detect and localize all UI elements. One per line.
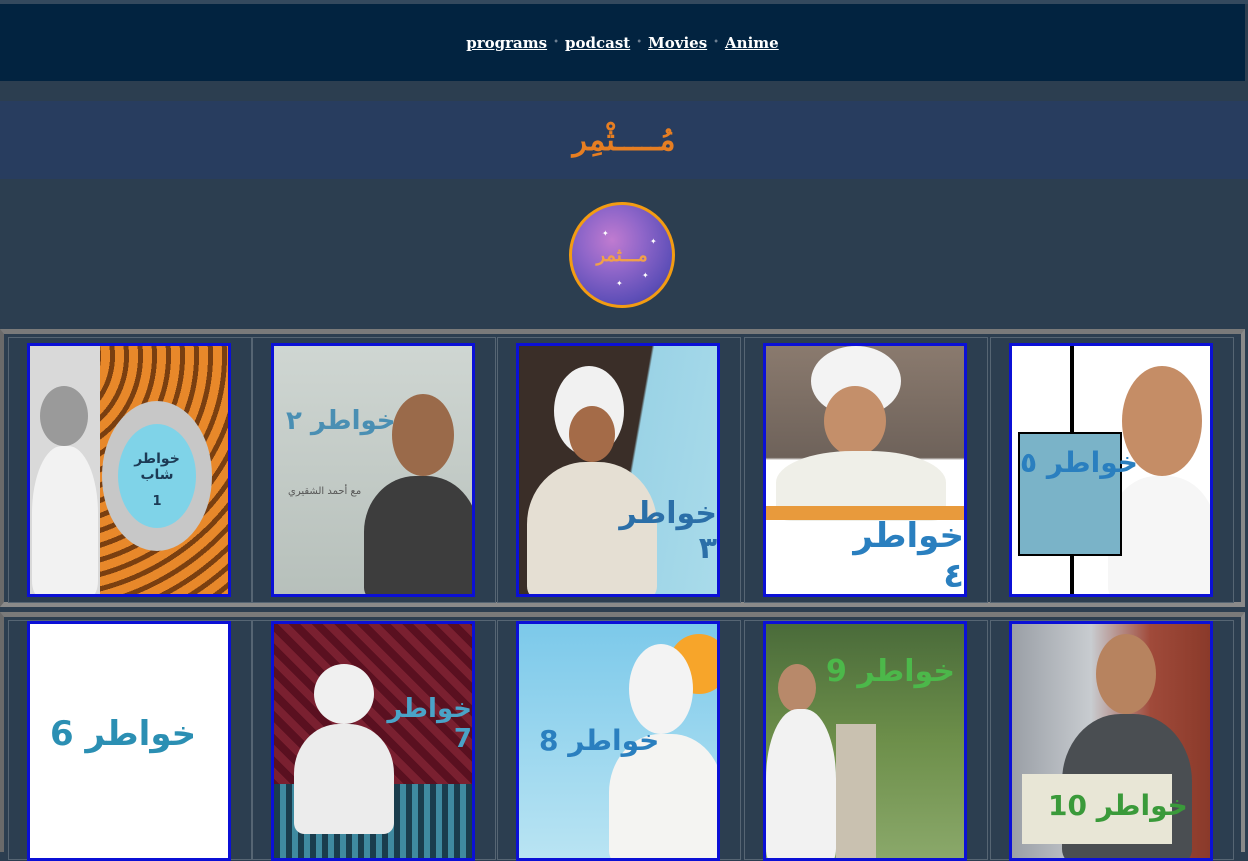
program-thumbnail-7[interactable]: خواطر 7 (271, 621, 475, 861)
thumbnail-title: خواطر 9 (826, 654, 955, 689)
gallery-cell: خواطر 7 (252, 620, 496, 861)
gallery-cell: خواطر 9 (744, 620, 988, 861)
top-navbar: programs • podcast • Movies • Anime (0, 4, 1245, 81)
program-gallery: خواطر شاب 1 خواطر ٢ مع أحمد الشقيري خواط… (0, 329, 1245, 861)
program-thumbnail-6[interactable]: خواطر 6 (27, 621, 231, 861)
thumbnail-title: خواطر ٤ (853, 516, 964, 596)
gallery-cell: خواطر 8 (497, 620, 741, 861)
thumbnail-title: خواطر 6 (50, 714, 197, 754)
thumbnail-subtitle: مع أحمد الشقيري (288, 486, 362, 497)
gallery-cell: خواطر 6 (8, 620, 252, 861)
program-thumbnail-3[interactable]: خواطر ٣ (516, 343, 720, 597)
star-icon: ✦ (616, 279, 623, 288)
thumbnail-number: 1 (152, 494, 162, 509)
thumbnail-title: خواطر ٢ (286, 406, 396, 436)
thumbnail-title: خواطر 10 (1048, 789, 1188, 822)
nav-separator: • (636, 37, 643, 48)
thumbnail-title: خواطر شاب (134, 451, 180, 483)
program-thumbnail-5[interactable]: خواطر ٥ (1009, 343, 1213, 597)
star-icon: ✦ (642, 271, 649, 280)
gallery-cell: خواطر شاب 1 (8, 337, 252, 603)
nav-separator: • (713, 37, 720, 48)
gallery-row: خواطر شاب 1 خواطر ٢ مع أحمد الشقيري خواط… (0, 329, 1245, 607)
star-icon: ✦ (650, 237, 657, 246)
program-thumbnail-2[interactable]: خواطر ٢ مع أحمد الشقيري (271, 343, 475, 597)
nav-link-movies[interactable]: Movies (648, 34, 707, 52)
thumbnail-title: خواطر ٥ (1020, 446, 1138, 479)
gallery-cell: خواطر ٥ (990, 337, 1234, 603)
nav-link-podcast[interactable]: podcast (565, 34, 630, 52)
program-thumbnail-10[interactable]: خواطر 10 (1009, 621, 1213, 861)
gallery-cell: خواطر ٣ (497, 337, 741, 603)
gallery-cell: خواطر ٢ مع أحمد الشقيري (252, 337, 496, 603)
thumbnail-title: خواطر 8 (539, 724, 660, 757)
nav-link-programs[interactable]: programs (466, 34, 547, 52)
site-banner: مُـــــثْمِر (0, 101, 1248, 179)
gallery-row: خواطر 6 خواطر 7 خواطر 8 خواطر 9 خواطر 10 (0, 612, 1245, 861)
nav-link-anime[interactable]: Anime (725, 34, 779, 52)
star-icon: ✦ (602, 229, 609, 238)
thumbnail-title: خواطر ٣ (619, 496, 717, 566)
program-thumbnail-1[interactable]: خواطر شاب 1 (27, 343, 231, 597)
program-thumbnail-9[interactable]: خواطر 9 (763, 621, 967, 861)
site-title: مُـــــثْمِر (572, 122, 676, 158)
thumbnail-title: خواطر 7 (387, 694, 472, 754)
program-thumbnail-8[interactable]: خواطر 8 (516, 621, 720, 861)
site-logo[interactable]: ✦ ✦ ✦ ✦ مـــثمر (569, 202, 675, 308)
gallery-cell: خواطر ٤ (744, 337, 988, 603)
gallery-cell: خواطر 10 (990, 620, 1234, 861)
logo-text: مـــثمر (596, 244, 648, 266)
nav-separator: • (553, 37, 559, 48)
program-thumbnail-4[interactable]: خواطر ٤ (763, 343, 967, 597)
